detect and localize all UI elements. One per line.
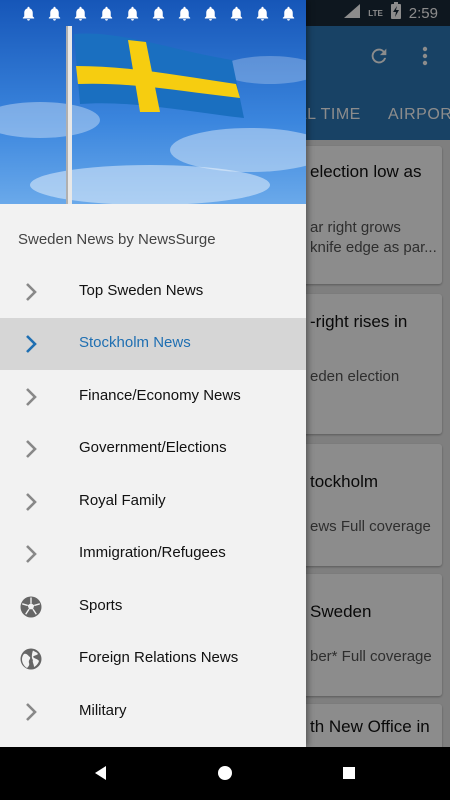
chevron-right-icon [18, 384, 44, 410]
menu-item-foreign-relations-news[interactable]: Foreign Relations News [0, 633, 306, 685]
soccer-ball-icon [18, 594, 44, 620]
system-navigation-bar [0, 747, 450, 800]
menu-item-immigration-refugees[interactable]: Immigration/Refugees [0, 528, 306, 580]
back-icon[interactable] [90, 762, 112, 784]
bell-icon [22, 6, 35, 21]
bell-icon [74, 6, 87, 21]
bell-icon [230, 6, 243, 21]
recents-icon[interactable] [338, 762, 360, 784]
menu-item-finance-economy-news[interactable]: Finance/Economy News [0, 371, 306, 423]
globe-icon [18, 646, 44, 672]
bell-icon [126, 6, 139, 21]
chevron-right-icon [18, 699, 44, 725]
menu-item-stockholm-news[interactable]: Stockholm News [0, 318, 306, 370]
drawer-header-image [0, 0, 306, 204]
chevron-right-icon [18, 436, 44, 462]
menu-item-label: Stockholm News [79, 334, 191, 351]
menu-item-label: Foreign Relations News [79, 649, 239, 666]
drawer-caption: Sweden News by NewsSurge [18, 231, 216, 248]
bell-icon [152, 6, 165, 21]
menu-item-label: Government/Elections [79, 439, 227, 456]
menu-item-label: Royal Family [79, 492, 166, 509]
menu-item-government-elections[interactable]: Government/Elections [0, 423, 306, 475]
notification-icons [0, 0, 306, 26]
menu-item-label: Immigration/Refugees [79, 544, 226, 561]
chevron-right-icon [18, 279, 44, 305]
home-icon[interactable] [214, 762, 236, 784]
chevron-right-icon [18, 541, 44, 567]
menu-item-royal-family[interactable]: Royal Family [0, 476, 306, 528]
menu-item-label: Finance/Economy News [79, 387, 241, 404]
sweden-flag-image [0, 0, 306, 204]
menu-item-label: Sports [79, 597, 123, 614]
menu-item-sports[interactable]: Sports [0, 581, 306, 633]
menu-item-label: Military [79, 702, 127, 719]
chevron-right-icon [18, 331, 44, 357]
menu-item-label: Top Sweden News [79, 282, 204, 299]
bell-icon [178, 6, 191, 21]
menu-item-military[interactable]: Military [0, 686, 306, 738]
chevron-right-icon [18, 489, 44, 515]
bell-icon [256, 6, 269, 21]
bell-icon [100, 6, 113, 21]
navigation-drawer: Sweden News by NewsSurge Top Sweden News… [0, 0, 306, 747]
bell-icon [204, 6, 217, 21]
bell-icon [282, 6, 295, 21]
bell-icon [48, 6, 61, 21]
menu-item-top-sweden-news[interactable]: Top Sweden News [0, 266, 306, 318]
